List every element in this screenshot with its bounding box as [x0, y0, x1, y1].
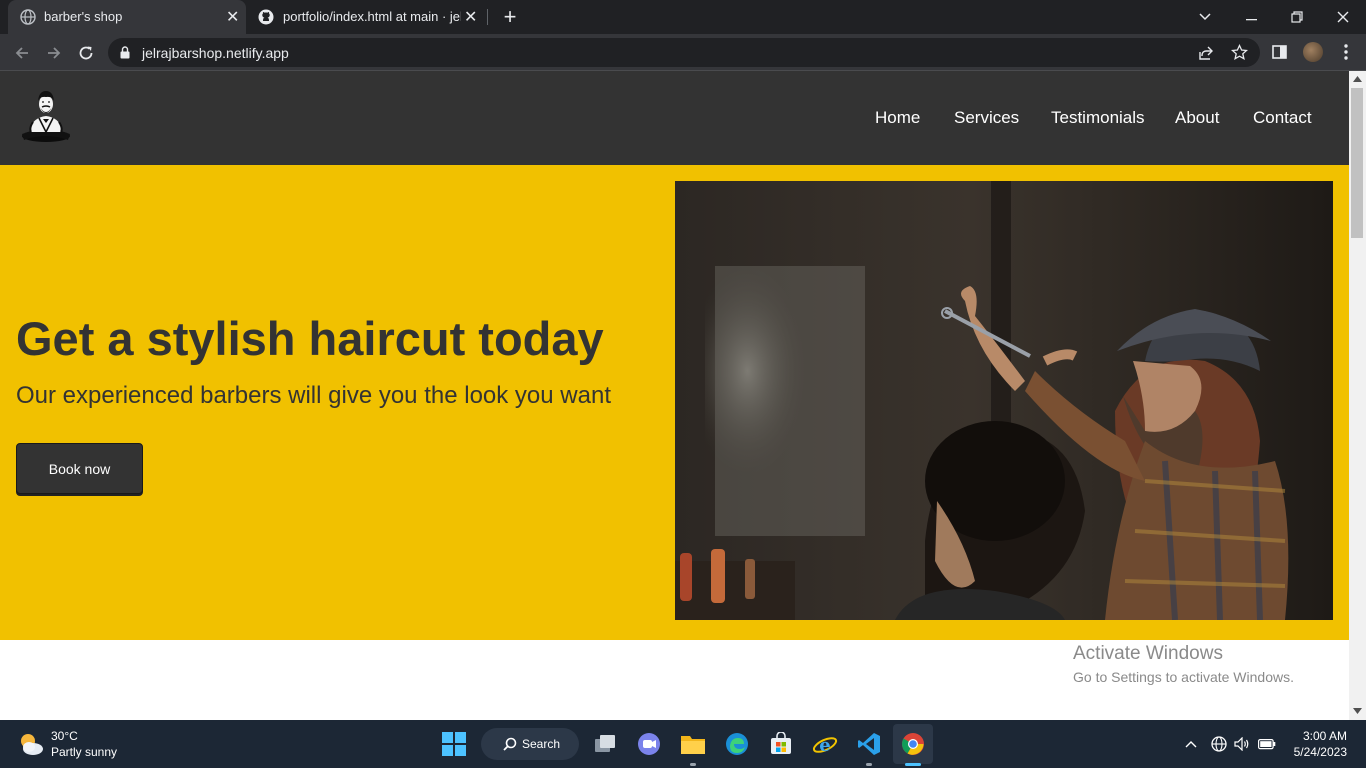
chrome-icon [902, 733, 924, 755]
clock-time[interactable]: 3:00 AM [1303, 729, 1347, 743]
weather-temperature[interactable]: 30°C [51, 729, 78, 743]
language-button[interactable] [1209, 734, 1229, 754]
tab-title: portfolio/index.html at main · jelr [283, 9, 461, 24]
clock-date[interactable]: 5/24/2023 [1294, 745, 1347, 759]
profile-button[interactable] [1302, 41, 1324, 63]
nav-services[interactable]: Services [954, 108, 1019, 128]
chat-icon [638, 733, 660, 755]
back-button[interactable] [9, 40, 35, 66]
battery-charging-icon [1258, 739, 1276, 750]
internet-explorer-button[interactable]: e [809, 728, 841, 760]
side-panel-icon [1271, 45, 1287, 59]
weather-description[interactable]: Partly sunny [51, 745, 117, 759]
page-scrollbar[interactable] [1349, 71, 1366, 720]
nav-about[interactable]: About [1175, 108, 1219, 128]
task-view-button[interactable] [589, 728, 621, 760]
chrome-button[interactable] [893, 724, 933, 764]
hero-title: Get a stylish haircut today [16, 312, 604, 365]
vscode-icon [858, 733, 880, 755]
weather-partly-sunny-icon[interactable] [17, 730, 45, 758]
search-icon [503, 737, 517, 751]
address-bar[interactable]: jelrajbarshop.netlify.app [108, 38, 1260, 67]
site-header: Home Services Testimonials About Contact [0, 71, 1349, 165]
activate-windows-watermark: Activate Windows Go to Settings to activ… [1073, 643, 1294, 685]
tab-divider [487, 9, 488, 25]
task-view-icon [595, 735, 615, 752]
speaker-icon [1234, 737, 1249, 751]
reload-icon [79, 46, 93, 60]
lock-icon [120, 46, 130, 59]
folder-icon [681, 736, 705, 754]
scroll-down-icon[interactable] [1353, 708, 1362, 714]
nav-testimonials[interactable]: Testimonials [1051, 108, 1145, 128]
arrow-right-icon [48, 47, 61, 59]
edge-button[interactable] [721, 728, 753, 760]
more-vertical-icon [1344, 44, 1348, 60]
close-window-button[interactable] [1320, 0, 1366, 34]
tab-github-portfolio[interactable]: portfolio/index.html at main · jelr ✕ [248, 0, 486, 34]
tab-search-button[interactable] [1182, 0, 1228, 34]
side-panel-button[interactable] [1269, 42, 1289, 62]
close-icon[interactable]: ✕ [464, 7, 477, 27]
arrow-left-icon [15, 47, 28, 59]
chrome-active-indicator [905, 763, 921, 766]
close-icon [1337, 11, 1349, 23]
browser-toolbar: jelrajbarshop.netlify.app [0, 34, 1366, 71]
watermark-title: Activate Windows [1073, 643, 1223, 664]
minimize-icon [1245, 19, 1257, 21]
hero-subtitle: Our experienced barbers will give you th… [16, 382, 611, 409]
globe-icon [20, 9, 36, 25]
barber-logo-icon[interactable] [19, 88, 73, 144]
volume-button[interactable] [1232, 734, 1252, 754]
hero-barber-photo [675, 181, 1333, 620]
globe-icon [1211, 736, 1227, 752]
browser-menu-button[interactable] [1336, 42, 1356, 62]
teams-chat-button[interactable] [633, 728, 665, 760]
internet-explorer-icon: e [812, 735, 838, 756]
battery-button[interactable] [1257, 734, 1277, 754]
reload-button[interactable] [73, 40, 99, 66]
book-now-button[interactable]: Book now [16, 443, 143, 494]
restore-button[interactable] [1274, 0, 1320, 34]
store-icon [771, 732, 791, 754]
scroll-up-icon[interactable] [1353, 76, 1362, 82]
share-icon[interactable] [1198, 45, 1214, 61]
tab-barbers-shop[interactable]: barber's shop ✕ [8, 0, 246, 34]
page-viewport: Home Services Testimonials About Contact… [0, 71, 1349, 720]
nav-home[interactable]: Home [875, 108, 920, 128]
tab-title: barber's shop [44, 9, 123, 24]
explorer-running-indicator [690, 763, 696, 766]
browser-tab-strip: barber's shop ✕ portfolio/index.html at … [0, 0, 1366, 34]
windows-logo-icon [442, 732, 466, 756]
new-tab-button[interactable]: + [500, 6, 520, 28]
chevron-up-icon [1185, 741, 1197, 748]
vscode-running-indicator [866, 763, 872, 766]
show-hidden-icons-button[interactable] [1181, 734, 1201, 754]
star-icon[interactable] [1231, 44, 1248, 61]
nav-contact[interactable]: Contact [1253, 108, 1312, 128]
start-button[interactable] [438, 728, 470, 760]
forward-button[interactable] [41, 40, 67, 66]
restore-icon [1291, 11, 1303, 23]
avatar [1303, 42, 1323, 62]
url-text: jelrajbarshop.netlify.app [142, 45, 289, 61]
microsoft-store-button[interactable] [765, 728, 797, 760]
taskbar-search[interactable]: Search [481, 728, 579, 760]
chevron-down-icon [1199, 13, 1211, 21]
close-icon[interactable]: ✕ [226, 7, 239, 27]
minimize-button[interactable] [1228, 0, 1274, 34]
vscode-button[interactable] [853, 728, 885, 760]
file-explorer-button[interactable] [677, 728, 709, 760]
hero-section: Get a stylish haircut today Our experien… [0, 165, 1349, 640]
search-label: Search [522, 737, 561, 751]
github-icon [258, 9, 274, 25]
windows-taskbar: 30°C Partly sunny Search e 3:00 AM 5/24/… [0, 720, 1366, 768]
edge-icon [726, 733, 748, 755]
watermark-subtitle: Go to Settings to activate Windows. [1073, 669, 1294, 685]
scrollbar-thumb[interactable] [1351, 88, 1363, 238]
svg-text:e: e [819, 735, 830, 756]
